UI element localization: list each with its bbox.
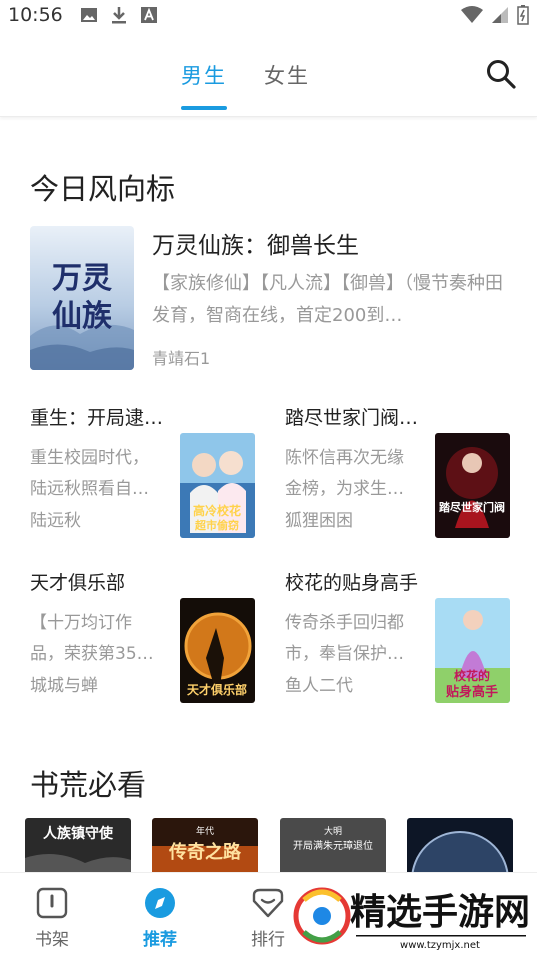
book-author: 鱼人二代: [285, 676, 353, 696]
bookshelf-icon: [36, 887, 68, 919]
active-tab-indicator: [181, 106, 227, 110]
top-nav: 男生 女生: [0, 30, 537, 117]
bottom-nav-recommend[interactable]: 推荐: [130, 887, 190, 950]
book-desc: 陈怀信再次无缘金榜，为求生…: [285, 448, 404, 499]
svg-text:传奇之路: 传奇之路: [168, 841, 242, 863]
status-system-icons: [461, 5, 529, 25]
bottom-nav-label: 推荐: [143, 930, 177, 950]
section-title-today: 今日风向标: [30, 172, 176, 206]
must-read-cover[interactable]: [407, 818, 513, 878]
wifi-icon: [461, 6, 483, 23]
hero-book-author: 青靖石1: [152, 349, 211, 368]
book-cover[interactable]: 踏尽世家门阀: [435, 433, 510, 538]
svg-text:仙族: 仙族: [52, 299, 113, 334]
cell-signal-icon: [492, 7, 508, 23]
book-author: 狐狸困困: [285, 511, 353, 531]
book-desc: 传奇杀手回归都市，奉旨保护…: [285, 613, 404, 664]
book-title: 踏尽世家门阀…: [285, 407, 419, 429]
watermark-url: www.tzymjx.net: [400, 940, 480, 951]
book-card[interactable]: 校花的贴身高手 传奇杀手回归都市，奉旨保护… 鱼人二代 校花的 贴身高手: [285, 568, 515, 703]
tab-female[interactable]: 女生: [264, 60, 310, 90]
book-author: 城城与蝉: [30, 676, 98, 696]
bottom-nav-label: 书架: [35, 930, 69, 950]
search-icon[interactable]: [485, 58, 517, 90]
book-author: 陆远秋: [30, 511, 81, 531]
book-cover[interactable]: 高冷校花 超市偷窃: [180, 433, 255, 538]
svg-text:开局满朱元璋退位: 开局满朱元璋退位: [293, 839, 373, 852]
status-notification-icons: [80, 6, 158, 24]
must-read-cover[interactable]: 大明 开局满朱元璋退位: [280, 818, 386, 878]
svg-text:踏尽世家门阀: 踏尽世家门阀: [439, 500, 505, 514]
status-bar: 10:56: [0, 0, 537, 30]
image-icon: [81, 8, 97, 22]
download-icon: [112, 7, 126, 24]
book-card[interactable]: 踏尽世家门阀… 陈怀信再次无缘金榜，为求生… 狐狸困困 踏尽世家门阀: [285, 403, 515, 538]
tab-male[interactable]: 男生: [181, 60, 227, 90]
svg-text:校花的: 校花的: [454, 668, 490, 683]
svg-text:天才俱乐部: 天才俱乐部: [187, 682, 247, 697]
book-desc: 【十万均订作品，荣获第35…: [30, 613, 154, 664]
hero-book-title[interactable]: 万灵仙族：御兽长生: [152, 226, 359, 260]
svg-text:高冷校花: 高冷校花: [193, 503, 241, 518]
svg-text:人族镇守使: 人族镇守使: [43, 825, 114, 842]
svg-text:年代: 年代: [196, 825, 214, 837]
bottom-nav-bookshelf[interactable]: 书架: [22, 887, 82, 950]
watermark-title: 精选手游网: [350, 892, 530, 933]
bottom-nav-label: 排行: [251, 930, 285, 950]
book-title: 校花的贴身高手: [285, 572, 419, 594]
hero-book-desc: 【家族修仙】【凡人流】【御兽】（慢节奏种田发育，智商在线，首定200到…: [152, 273, 503, 326]
battery-icon: [517, 5, 529, 25]
book-title: 天才俱乐部: [30, 572, 126, 594]
hero-book-cover[interactable]: 万灵 仙族: [30, 226, 134, 370]
book-desc: 重生校园时代，陆远秋照看自…: [30, 448, 149, 499]
app-notification-icon: [141, 7, 157, 23]
book-card[interactable]: 重生：开局逮… 重生校园时代，陆远秋照看自… 陆远秋 高冷校花 超市偷窃: [30, 403, 260, 538]
status-time: 10:56: [8, 4, 63, 26]
ranking-icon: [252, 888, 284, 918]
section-title-must-read: 书荒必看: [30, 768, 147, 802]
svg-text:大明: 大明: [324, 825, 342, 837]
book-cover[interactable]: 校花的 贴身高手: [435, 598, 510, 703]
svg-text:超市偷窃: 超市偷窃: [194, 518, 239, 532]
compass-icon: [145, 888, 175, 918]
must-read-cover[interactable]: 年代 传奇之路: [152, 818, 258, 878]
book-cover[interactable]: 天才俱乐部: [180, 598, 255, 703]
svg-text:万灵: 万灵: [52, 261, 112, 296]
must-read-cover[interactable]: 人族镇守使: [25, 818, 131, 878]
book-title: 重生：开局逮…: [30, 407, 164, 429]
watermark-logo: 精选手游网 www.tzymjx.net: [290, 874, 537, 955]
bottom-nav-ranking[interactable]: 排行: [238, 887, 298, 950]
svg-text:贴身高手: 贴身高手: [446, 684, 498, 700]
book-card[interactable]: 天才俱乐部 【十万均订作品，荣获第35… 城城与蝉 天才俱乐部: [30, 568, 260, 703]
